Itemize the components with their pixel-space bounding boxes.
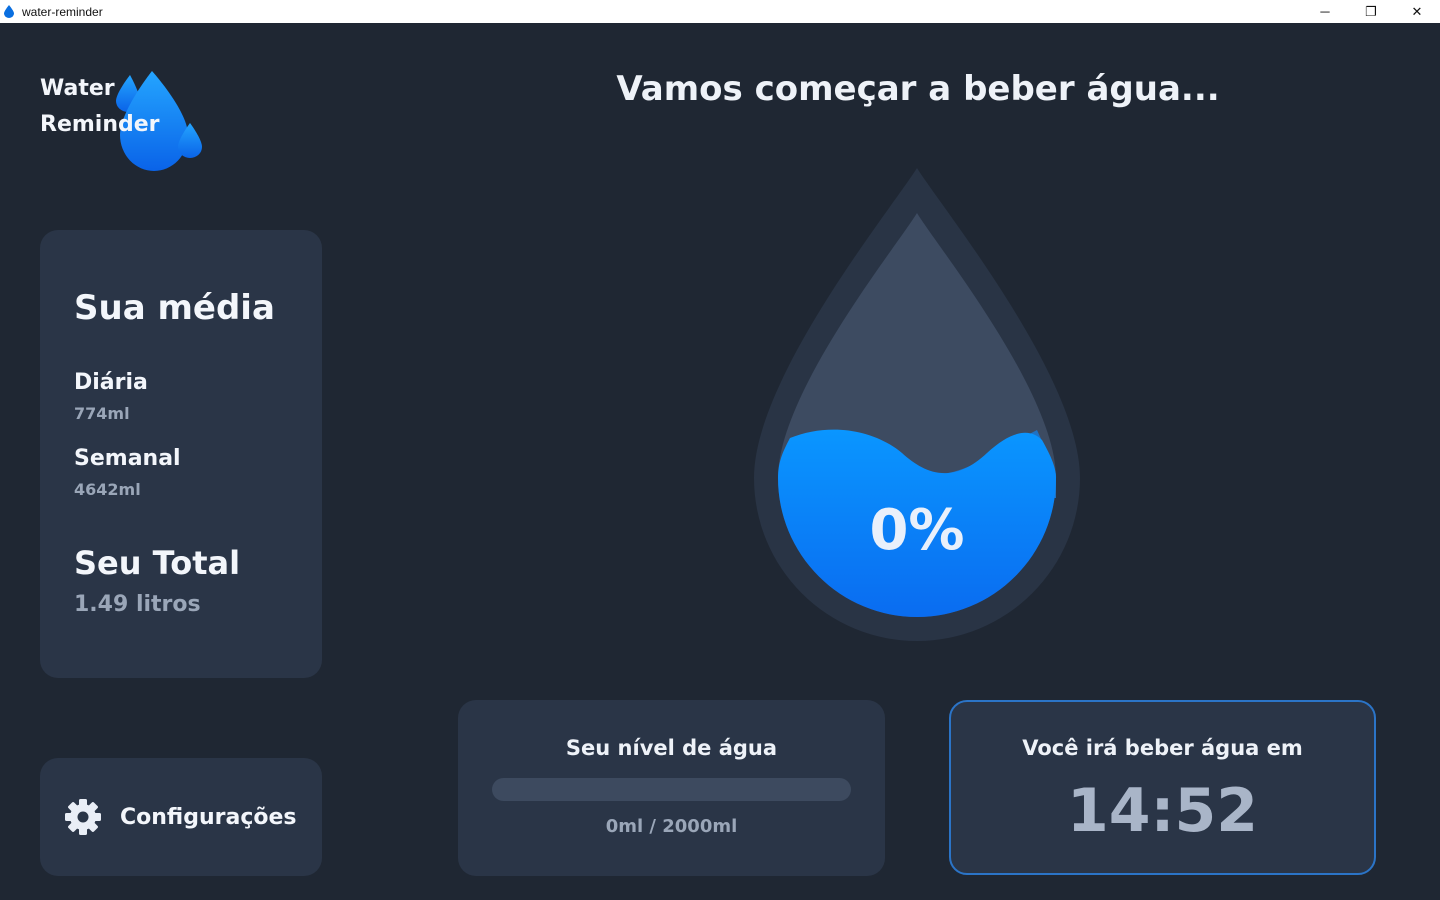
next-drink-card: Você irá beber água em 14:52: [949, 700, 1376, 875]
water-level-card: Seu nível de água 0ml / 2000ml: [458, 700, 885, 876]
drop-percent: 0%: [869, 498, 965, 563]
weekly-value: 4642ml: [74, 480, 141, 499]
water-drop-gauge: 0%: [752, 168, 1082, 643]
page-title: Vamos começar a beber água...: [616, 69, 1220, 109]
minimize-button[interactable]: ─: [1302, 0, 1348, 23]
total-title: Seu Total: [74, 544, 241, 582]
window-titlebar: water-reminder ─ ❐ ✕: [0, 0, 1440, 23]
water-level-text: 0ml / 2000ml: [605, 816, 738, 837]
settings-label: Configurações: [120, 804, 297, 830]
settings-button[interactable]: Configurações: [40, 758, 322, 876]
water-level-title: Seu nível de água: [565, 736, 778, 760]
gear-icon: [64, 798, 102, 836]
close-button[interactable]: ✕: [1394, 0, 1440, 23]
next-drink-title: Você irá beber água em: [1022, 736, 1303, 760]
average-title: Sua média: [74, 288, 275, 328]
restore-button[interactable]: ❐: [1348, 0, 1394, 23]
logo-line-1: Water: [40, 76, 115, 101]
logo-text: Water Reminder: [40, 71, 160, 143]
countdown-timer: 14:52: [1067, 776, 1258, 846]
app-window: Water Reminder Sua média Diária 774ml Se…: [0, 23, 1440, 900]
weekly-label: Semanal: [74, 446, 181, 471]
window-title: water-reminder: [22, 4, 103, 19]
drop-gauge-graphic: [754, 168, 1080, 641]
water-drop-icon: [4, 5, 16, 19]
daily-label: Diária: [74, 370, 148, 395]
app-logo: Water Reminder: [40, 71, 210, 181]
average-card: Sua média Diária 774ml Semanal 4642ml Se…: [40, 230, 322, 678]
daily-value: 774ml: [74, 404, 130, 423]
total-value: 1.49 litros: [74, 592, 201, 617]
logo-line-2: Reminder: [40, 112, 160, 137]
water-level-progress-bar: [492, 778, 851, 801]
